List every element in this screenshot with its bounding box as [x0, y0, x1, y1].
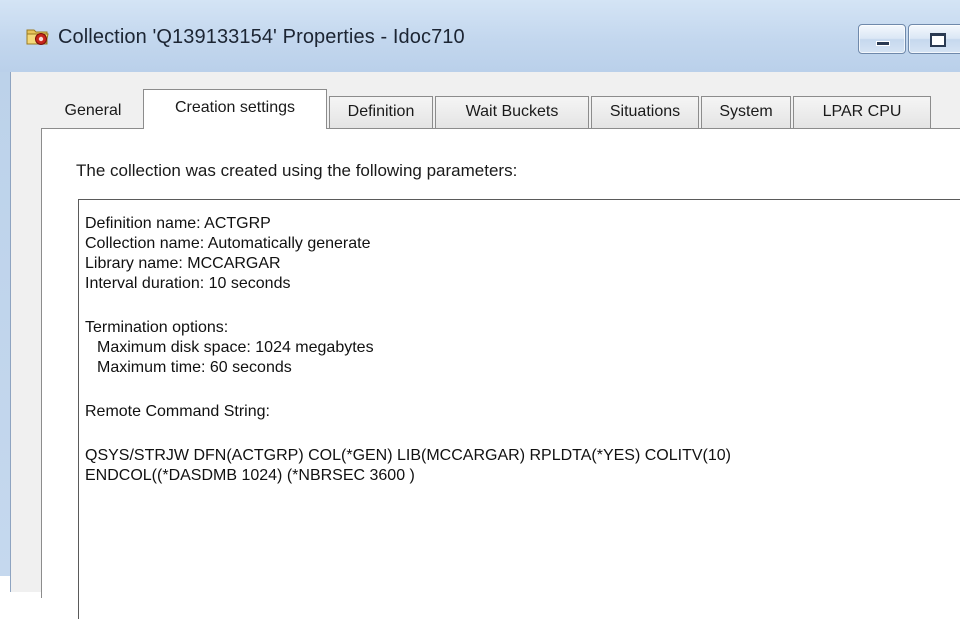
max-disk-space-line: Maximum disk space: 1024 megabytes [97, 339, 374, 356]
tab-creation-settings[interactable]: Creation settings [143, 89, 327, 129]
window-title: Collection 'Q139133154' Properties - Ido… [58, 26, 465, 48]
tab-strip: General Creation settings Definition Wai… [11, 72, 960, 130]
maximize-icon [930, 33, 946, 47]
command-string-line-1: QSYS/STRJW DFN(ACTGRP) COL(*GEN) LIB(MCC… [85, 447, 731, 464]
remote-command-heading: Remote Command String: [85, 403, 270, 420]
tab-general[interactable]: General [41, 96, 145, 128]
collection-folder-icon [26, 26, 50, 46]
tab-situations[interactable]: Situations [591, 96, 699, 128]
tab-lpar-cpu[interactable]: LPAR CPU [793, 96, 931, 128]
minimize-icon [876, 41, 890, 46]
parameters-textbox[interactable]: Definition name: ACTGRP Collection name:… [78, 199, 960, 619]
max-time-line: Maximum time: 60 seconds [97, 359, 292, 376]
tab-wait-buckets[interactable]: Wait Buckets [435, 96, 589, 128]
library-name-line: Library name: MCCARGAR [85, 255, 281, 272]
intro-text: The collection was created using the fol… [76, 161, 518, 180]
command-string-line-2: ENDCOL((*DASDMB 1024) (*NBRSEC 3600 ) [85, 467, 415, 484]
minimize-button[interactable] [858, 24, 906, 54]
creation-settings-panel: The collection was created using the fol… [41, 128, 960, 619]
maximize-button[interactable] [908, 24, 960, 54]
termination-options-heading: Termination options: [85, 319, 229, 336]
definition-name-line: Definition name: ACTGRP [85, 215, 271, 232]
tab-system[interactable]: System [701, 96, 791, 128]
interval-duration-line: Interval duration: 10 seconds [85, 275, 291, 292]
tab-definition[interactable]: Definition [329, 96, 433, 128]
dialog-body: General Creation settings Definition Wai… [10, 72, 960, 619]
collection-name-line: Collection name: Automatically generate [85, 235, 371, 252]
window-frame: Collection 'Q139133154' Properties - Ido… [0, 0, 960, 619]
title-bar[interactable]: Collection 'Q139133154' Properties - Ido… [0, 0, 960, 72]
